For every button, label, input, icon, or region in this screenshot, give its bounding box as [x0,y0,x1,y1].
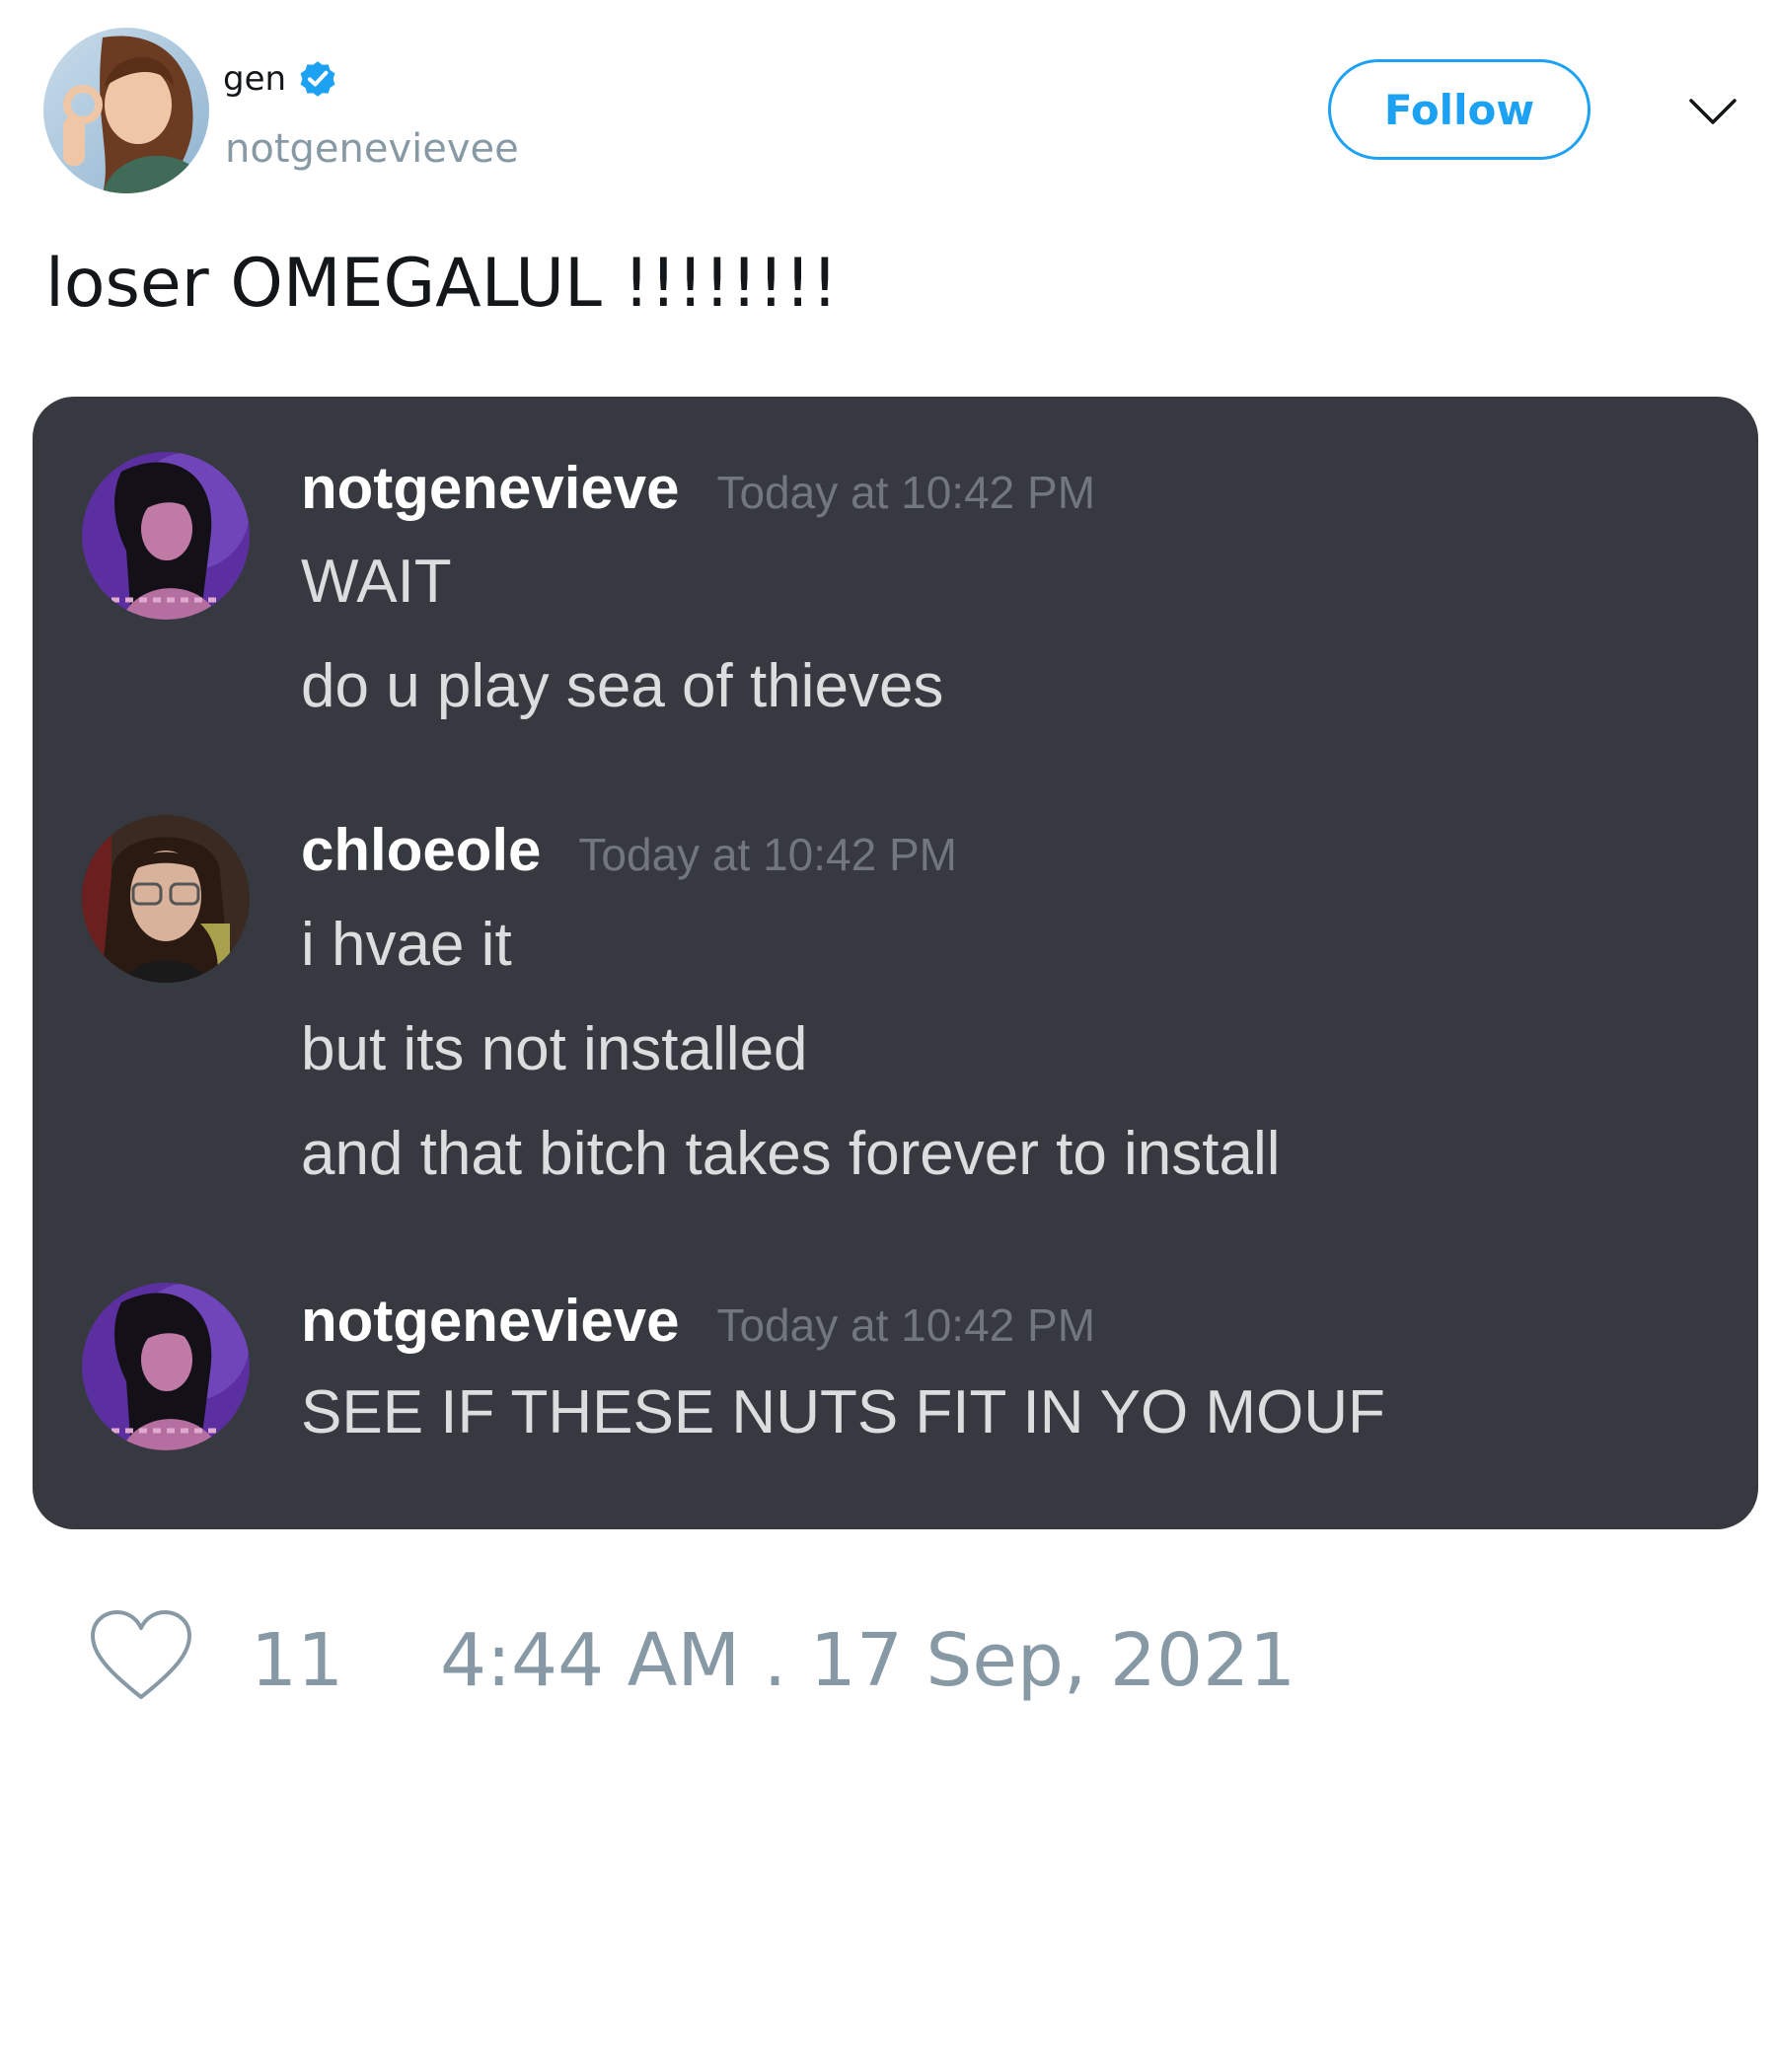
discord-avatar-notgenevieve [82,1283,250,1450]
embedded-discord-screenshot[interactable]: notgenevieve Today at 10:42 PM WAIT do u… [33,397,1758,1529]
discord-message-line: i hvae it [301,911,512,979]
discord-timestamp: Today at 10:42 PM [578,829,957,880]
tweet-text: loser OMEGALUL !!!!!!!! [45,245,839,323]
discord-message-line: but its not installed [301,1015,808,1083]
author-display-name[interactable]: gen [223,59,286,99]
author-name-row: gen [223,57,339,101]
follow-button[interactable]: Follow [1328,59,1591,160]
discord-timestamp: Today at 10:42 PM [716,467,1096,518]
author-avatar[interactable] [43,28,209,193]
verified-badge-icon [296,57,339,101]
like-count: 11 [251,1618,344,1703]
discord-message-line: WAIT [301,548,452,616]
author-handle[interactable]: notgenevievee [225,126,519,172]
discord-message-header: chloeole Today at 10:42 PM [301,816,957,884]
tweet-timestamp[interactable]: 4:44 AM . 17 Sep, 2021 [440,1618,1295,1703]
discord-username[interactable]: notgenevieve [301,1287,679,1355]
discord-avatar-notgenevieve [82,452,250,620]
discord-message-header: notgenevieve Today at 10:42 PM [301,454,1095,522]
discord-avatar-chloeole [82,815,250,983]
discord-timestamp: Today at 10:42 PM [716,1299,1096,1351]
discord-message-line: do u play sea of thieves [301,652,944,720]
chevron-down-icon[interactable] [1687,85,1739,136]
heart-icon[interactable] [89,1608,193,1703]
discord-message-line: SEE IF THESE NUTS FIT IN YO MOUF [301,1378,1385,1446]
discord-username[interactable]: chloeole [301,816,541,884]
discord-username[interactable]: notgenevieve [301,454,679,522]
discord-message-line: and that bitch takes forever to install [301,1120,1281,1188]
discord-message-header: notgenevieve Today at 10:42 PM [301,1287,1095,1355]
tweet-page: gen notgenevievee Follow loser OMEGALUL … [0,0,1776,2072]
